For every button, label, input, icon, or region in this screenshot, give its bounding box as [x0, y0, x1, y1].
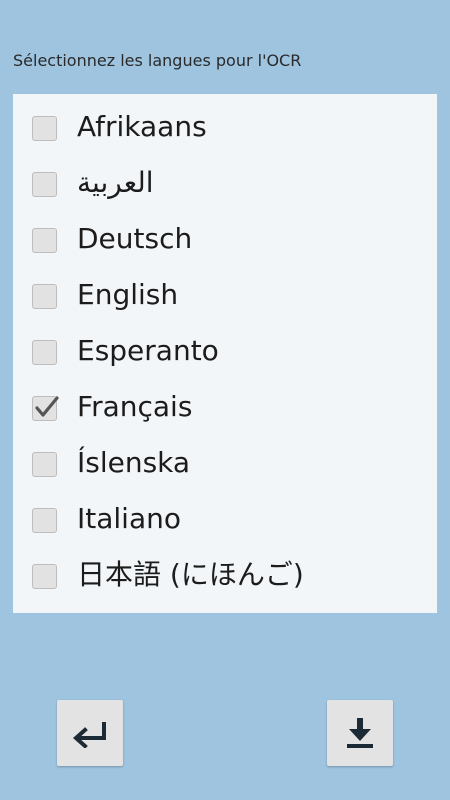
language-label: Afrikaans	[77, 110, 207, 143]
language-item[interactable]: Esperanto	[13, 323, 437, 379]
back-button[interactable]	[57, 700, 123, 766]
language-item[interactable]: Italiano	[13, 491, 437, 547]
language-label: Esperanto	[77, 334, 219, 367]
language-label: Italiano	[77, 502, 181, 535]
ocr-language-prompt: Sélectionnez les langues pour l'OCR	[13, 51, 302, 70]
language-label: Français	[77, 390, 193, 423]
checkmark-icon	[35, 396, 59, 417]
language-label: Íslenska	[77, 446, 191, 479]
language-checkbox[interactable]	[32, 396, 59, 421]
language-item[interactable]: 日本語 (にほんご)	[13, 547, 437, 603]
language-item[interactable]: Deutsch	[13, 211, 437, 267]
language-label: Deutsch	[77, 222, 193, 255]
language-item[interactable]: العربية	[13, 155, 437, 211]
language-label: English	[77, 278, 179, 311]
language-checkbox[interactable]	[32, 116, 57, 141]
language-checkbox[interactable]	[32, 340, 57, 365]
download-button[interactable]	[327, 700, 393, 766]
language-item[interactable]: English	[13, 267, 437, 323]
language-label: العربية	[77, 166, 154, 199]
language-checkbox[interactable]	[32, 564, 57, 589]
language-item[interactable]: Français	[13, 379, 437, 435]
return-arrow-icon	[72, 722, 106, 748]
language-checkbox[interactable]	[32, 452, 57, 477]
language-checkbox[interactable]	[32, 284, 57, 309]
language-item[interactable]: Íslenska	[13, 435, 437, 491]
language-checkbox[interactable]	[32, 508, 57, 533]
language-checkbox[interactable]	[32, 228, 57, 253]
download-icon	[347, 718, 373, 748]
language-checkbox[interactable]	[32, 172, 57, 197]
language-label: 日本語 (にほんご)	[77, 558, 304, 591]
language-list[interactable]: Afrikaans العربية Deutsch English Espera…	[13, 94, 437, 613]
language-item[interactable]: Afrikaans	[13, 99, 437, 155]
language-item[interactable]	[13, 603, 437, 613]
